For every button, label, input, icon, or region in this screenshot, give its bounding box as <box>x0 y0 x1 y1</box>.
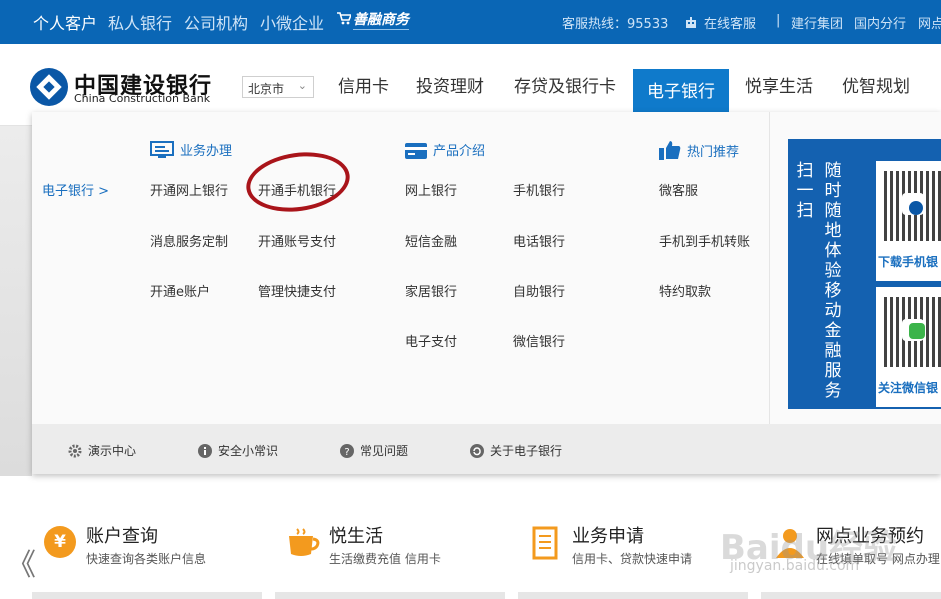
link-p2p-transfer[interactable]: 手机到手机转账 <box>659 231 750 250</box>
qr-panel: 扫一扫 随时随地体验移动金融服务 下载手机银 关注微信银 <box>788 139 941 409</box>
link-mobile-banking[interactable]: 手机银行 <box>513 180 565 199</box>
nav-investment[interactable]: 投资理财 <box>416 72 484 97</box>
footer-faq-label: 常见问题 <box>360 444 409 458</box>
dropdown-footer: 演示中心 安全小常识 ? 常见问题 关于电子银行 <box>32 424 941 474</box>
tab-private-bank[interactable]: 私人银行 <box>108 10 172 34</box>
nav-planning[interactable]: 优智规划 <box>842 72 910 97</box>
hero-banner-edge <box>0 126 32 476</box>
section-hot-title: 热门推荐 <box>687 145 740 160</box>
ccb-logo-icon[interactable] <box>30 68 68 106</box>
section-business-title: 业务办理 <box>180 144 233 159</box>
section-products-title: 产品介绍 <box>433 144 486 159</box>
link-special-withdrawal[interactable]: 特约取款 <box>659 281 711 300</box>
qr-mobile-app[interactable]: 下载手机银 <box>876 161 941 281</box>
bottom-tab[interactable] <box>518 592 748 599</box>
divider: | <box>776 13 781 28</box>
bottom-tab[interactable] <box>32 592 262 599</box>
bottom-tab[interactable] <box>761 592 941 599</box>
highlight-circle <box>242 146 354 218</box>
footer-demo-label: 演示中心 <box>88 444 137 458</box>
ebanking-dropdown: 电子银行 > 业务办理 开通网上银行 开通手机银行 消息服务定制 开通账号支付 … <box>32 112 941 474</box>
link-account-payment[interactable]: 开通账号支付 <box>258 231 336 250</box>
qr-slogan: 随时随地体验移动金融服务 <box>824 161 842 401</box>
nav-credit-card[interactable]: 信用卡 <box>338 72 389 97</box>
nav-life[interactable]: 悦享生活 <box>745 72 813 97</box>
link-open-e-account[interactable]: 开通e账户 <box>150 281 210 300</box>
question-icon: ? <box>340 444 354 458</box>
hotline: 客服热线：95533 <box>562 17 669 32</box>
nav-ebanking[interactable]: 电子银行 <box>633 69 729 113</box>
robot-icon <box>686 17 696 28</box>
document-icon <box>532 526 558 560</box>
footer-faq[interactable]: ? 常见问题 <box>340 442 408 459</box>
footer-security[interactable]: 安全小常识 <box>198 442 278 459</box>
online-service-label: 在线客服 <box>704 17 757 32</box>
qr-scan-text: 扫一扫 <box>796 161 814 221</box>
link-phone-banking[interactable]: 电话银行 <box>513 231 565 250</box>
yuan-icon: ¥ <box>44 526 76 558</box>
qr-wechat[interactable]: 关注微信银 <box>876 287 941 407</box>
service-account-query[interactable]: ¥ 账户查询 快速查询各类账户信息 <box>44 520 244 580</box>
tab-corporate[interactable]: 公司机构 <box>184 10 248 34</box>
qr-caption-wechat: 关注微信银 <box>878 381 939 395</box>
section-business: 业务办理 <box>150 140 232 159</box>
service-life[interactable]: 悦生活 生活缴费充值 信用卡 <box>287 520 487 580</box>
qr-caption-download: 下载手机银 <box>878 255 939 269</box>
gear-icon <box>68 444 82 458</box>
link-self-service[interactable]: 自助银行 <box>513 281 565 300</box>
tab-small-business[interactable]: 小微企业 <box>260 10 324 34</box>
section-hot: 热门推荐 <box>659 140 739 160</box>
svg-text:?: ? <box>344 447 349 458</box>
refresh-icon <box>470 444 484 458</box>
online-service-link[interactable]: 在线客服 <box>684 13 756 32</box>
footer-security-label: 安全小常识 <box>218 444 279 458</box>
group-link[interactable]: 建行集团 <box>791 13 843 32</box>
branch-link[interactable]: 国内分行 <box>854 13 906 32</box>
link-home-banking[interactable]: 家居银行 <box>405 281 457 300</box>
city-select[interactable]: 北京市 ⌄ <box>242 76 314 98</box>
link-message-service[interactable]: 消息服务定制 <box>150 231 228 250</box>
service-apply[interactable]: 业务申请 信用卡、贷款快速申请 <box>530 520 730 580</box>
link-sms-finance[interactable]: 短信金融 <box>405 231 457 250</box>
footer-about-label: 关于电子银行 <box>490 444 563 458</box>
bottom-tab[interactable] <box>275 592 505 599</box>
service-title: 悦生活 <box>329 526 383 547</box>
ccb-logo-icon <box>909 201 923 215</box>
link-open-online-banking[interactable]: 开通网上银行 <box>150 180 228 199</box>
service-title: 账户查询 <box>86 526 158 547</box>
cart-icon <box>337 12 351 25</box>
link-online-banking[interactable]: 网上银行 <box>405 180 457 199</box>
chevron-down-icon: ⌄ <box>297 79 307 92</box>
city-value: 北京市 <box>248 82 285 96</box>
baidu-watermark-url: jingyan.baidu.com <box>730 558 860 574</box>
outlet-link[interactable]: 网点 <box>918 13 941 32</box>
shanrong-label: 善融商务 <box>353 12 409 30</box>
nav-deposit-loan[interactable]: 存贷及银行卡 <box>514 72 616 97</box>
service-desc: 生活缴费充值 信用卡 <box>329 552 441 566</box>
link-wechat-banking[interactable]: 微信银行 <box>513 331 565 350</box>
monitor-icon <box>150 141 174 158</box>
dropdown-body: 电子银行 > 业务办理 开通网上银行 开通手机银行 消息服务定制 开通账号支付 … <box>32 112 770 424</box>
coffee-cup-icon <box>289 528 320 556</box>
logo-name-en: China Construction Bank <box>74 92 211 105</box>
section-products: 产品介绍 <box>405 140 485 159</box>
footer-demo[interactable]: 演示中心 <box>68 442 136 459</box>
card-icon <box>405 143 427 159</box>
breadcrumb[interactable]: 电子银行 > <box>42 180 109 199</box>
info-icon <box>198 444 212 458</box>
footer-about[interactable]: 关于电子银行 <box>470 442 562 459</box>
carousel-prev-arrow[interactable]: 《 <box>6 540 36 584</box>
link-micro-service[interactable]: 微客服 <box>659 180 698 199</box>
wechat-icon <box>909 323 925 339</box>
shanrong-link[interactable]: 善融商务 <box>337 9 409 30</box>
link-quick-payment[interactable]: 管理快捷支付 <box>258 281 336 300</box>
thumbs-up-icon <box>659 141 681 160</box>
tab-personal[interactable]: 个人客户 <box>33 10 97 34</box>
service-desc: 信用卡、贷款快速申请 <box>572 552 693 566</box>
service-desc: 快速查询各类账户信息 <box>86 552 207 566</box>
top-bar: 个人客户 私人银行 公司机构 小微企业 善融商务 客服热线：95533 在线客服… <box>0 0 941 44</box>
service-title: 业务申请 <box>572 526 644 547</box>
link-e-payment[interactable]: 电子支付 <box>405 331 457 350</box>
